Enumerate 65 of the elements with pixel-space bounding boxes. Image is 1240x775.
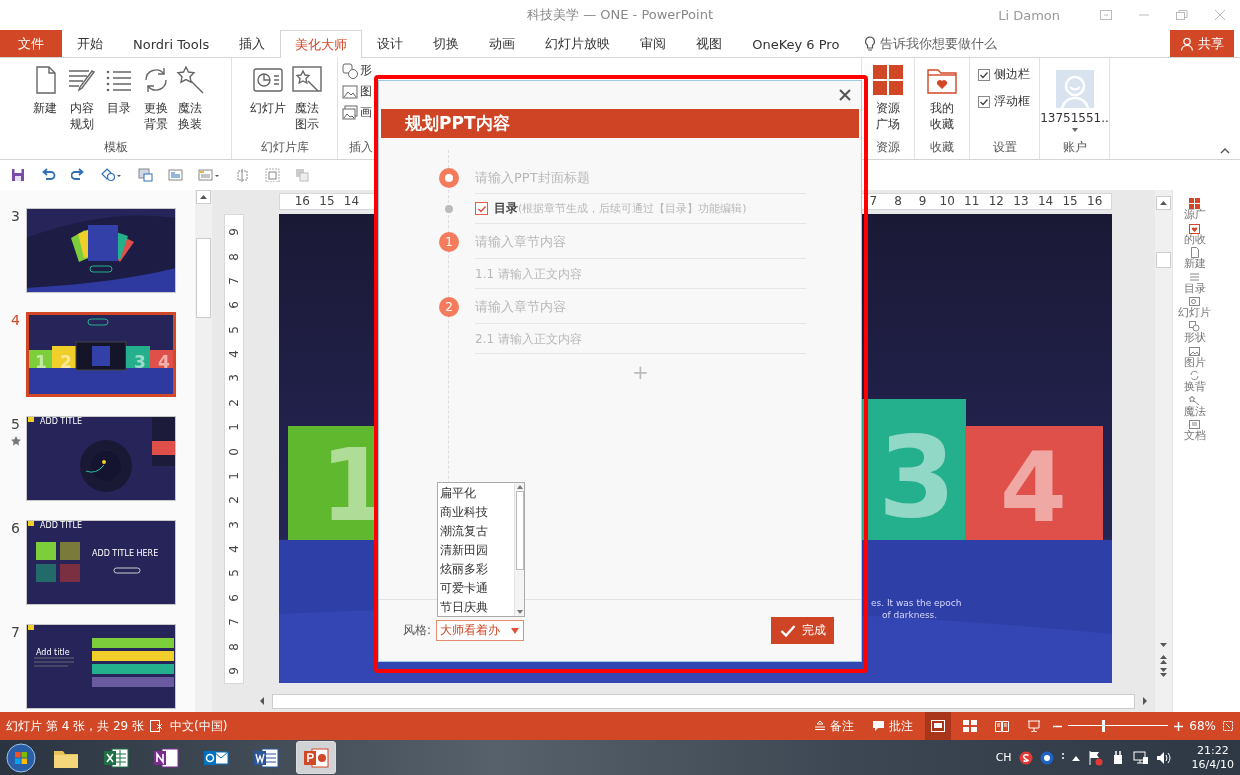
slide-text: 1 bbox=[35, 354, 47, 371]
ruler-number: 6 bbox=[226, 594, 241, 602]
slide-text: ADD TITLE HERE bbox=[92, 550, 159, 558]
slide-number: 5 bbox=[11, 416, 21, 432]
group-label: 账户 bbox=[1061, 139, 1088, 156]
ruler-number: 8 bbox=[893, 194, 903, 209]
ruler-number: 14 bbox=[342, 194, 361, 209]
ruler-number: 7 bbox=[226, 618, 241, 626]
ruler-number: 9 bbox=[226, 228, 241, 236]
ruler-number: 2 bbox=[226, 399, 241, 407]
slide-number: 6 bbox=[11, 520, 21, 536]
ruler-number: 2 bbox=[226, 496, 241, 505]
ruler-number: 8 bbox=[226, 252, 241, 261]
slide-counter: 幻灯片 第 4 张，共 29 张 bbox=[6, 717, 144, 735]
card-number: 4 bbox=[1000, 440, 1067, 536]
slide-text: Add title bbox=[36, 649, 70, 657]
group-label: 插入 bbox=[348, 139, 374, 156]
step-number: 1 bbox=[439, 231, 459, 252]
ruler-number: 9 bbox=[226, 667, 241, 675]
ruler-number: 4 bbox=[226, 545, 241, 553]
ruler-number: 0 bbox=[226, 447, 241, 456]
group-label: 设置 bbox=[991, 139, 1018, 156]
checkbox-label: 侧边栏 bbox=[994, 66, 1030, 83]
ruler-number: 3 bbox=[226, 374, 241, 383]
ruler-number: 14 bbox=[1036, 194, 1055, 209]
slide-caption: of darkness. bbox=[882, 611, 938, 620]
slide-caption: es. It was the epoch bbox=[871, 599, 962, 608]
ruler-number: 5 bbox=[226, 325, 241, 334]
ruler-number: 15 bbox=[1061, 194, 1079, 209]
ruler-number: 1 bbox=[226, 472, 241, 480]
ruler-number: 3 bbox=[226, 520, 241, 529]
ruler-number: 8 bbox=[226, 642, 241, 651]
ruler-number: 15 bbox=[318, 194, 336, 209]
group-label: 幻灯片库 bbox=[259, 139, 310, 156]
ruler-number: 4 bbox=[226, 350, 241, 358]
dialog-title: 规划PPT内容 bbox=[381, 109, 859, 138]
step-number: 2 bbox=[439, 296, 459, 317]
card-number: 3 bbox=[878, 421, 956, 533]
ruler-number: 1 bbox=[226, 423, 241, 431]
slide-text: ADD TITLE bbox=[40, 522, 82, 530]
ruler-number: 6 bbox=[226, 301, 241, 310]
slide-number: 3 bbox=[11, 208, 21, 224]
checkbox-label: 浮动框 bbox=[994, 93, 1030, 110]
group-label: 收藏 bbox=[929, 139, 955, 156]
ruler-number: 16 bbox=[1086, 194, 1104, 209]
group-label: 资源 bbox=[875, 139, 901, 156]
field-label: 风格: bbox=[403, 622, 432, 639]
ruler-number: 10 bbox=[938, 194, 956, 209]
user-name: Li Damon bbox=[998, 7, 1060, 23]
slide-number: 4 bbox=[11, 312, 21, 328]
group-label: 模板 bbox=[102, 139, 129, 156]
ruler-number: 13 bbox=[1012, 194, 1030, 209]
ruler-number: 12 bbox=[987, 194, 1005, 209]
slide-text: ADD TITLE bbox=[40, 418, 82, 426]
slide-text: 2 bbox=[60, 354, 72, 371]
ruler-number: 7 bbox=[226, 277, 241, 285]
slide-text: 3 bbox=[134, 354, 146, 371]
ruler-number: 7 bbox=[868, 194, 879, 209]
slide-number: 7 bbox=[11, 624, 21, 640]
slide-text: 4 bbox=[158, 354, 170, 371]
ruler-number: 16 bbox=[293, 194, 311, 209]
ruler-number: 9 bbox=[917, 194, 928, 209]
window-title: 科技美学 — ONE - PowerPoint bbox=[527, 6, 713, 24]
ruler-number: 5 bbox=[226, 569, 241, 578]
ruler-number: 11 bbox=[963, 194, 981, 209]
